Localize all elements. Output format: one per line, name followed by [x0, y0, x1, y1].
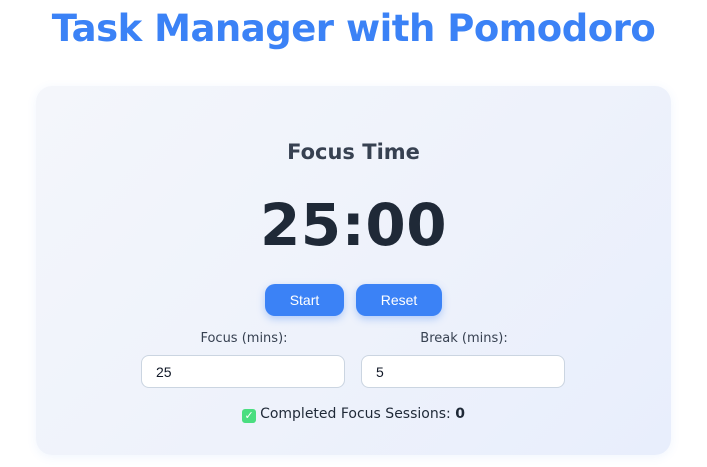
timer-display: 25:00 [259, 191, 448, 259]
completed-sessions-count: 0 [455, 406, 465, 422]
start-button[interactable]: Start [265, 284, 344, 316]
break-minutes-input[interactable] [361, 355, 565, 388]
completed-sessions-label: Completed Focus Sessions: [260, 406, 451, 422]
focus-minutes-input[interactable] [141, 355, 345, 388]
timer-mode-label: Focus Time [287, 140, 420, 164]
completed-sessions: ✓ Completed Focus Sessions: 0 [36, 404, 671, 424]
break-minutes-label: Break (mins): [420, 331, 508, 346]
app-title: Task Manager with Pomodoro [51, 7, 656, 50]
pomodoro-card: Focus Time 25:00 Start Reset Focus (mins… [36, 86, 671, 455]
page: Task Manager with Pomodoro Focus Time 25… [0, 0, 707, 467]
reset-button[interactable]: Reset [356, 284, 442, 316]
focus-minutes-label: Focus (mins): [200, 331, 288, 346]
check-box-icon: ✓ [242, 409, 257, 423]
